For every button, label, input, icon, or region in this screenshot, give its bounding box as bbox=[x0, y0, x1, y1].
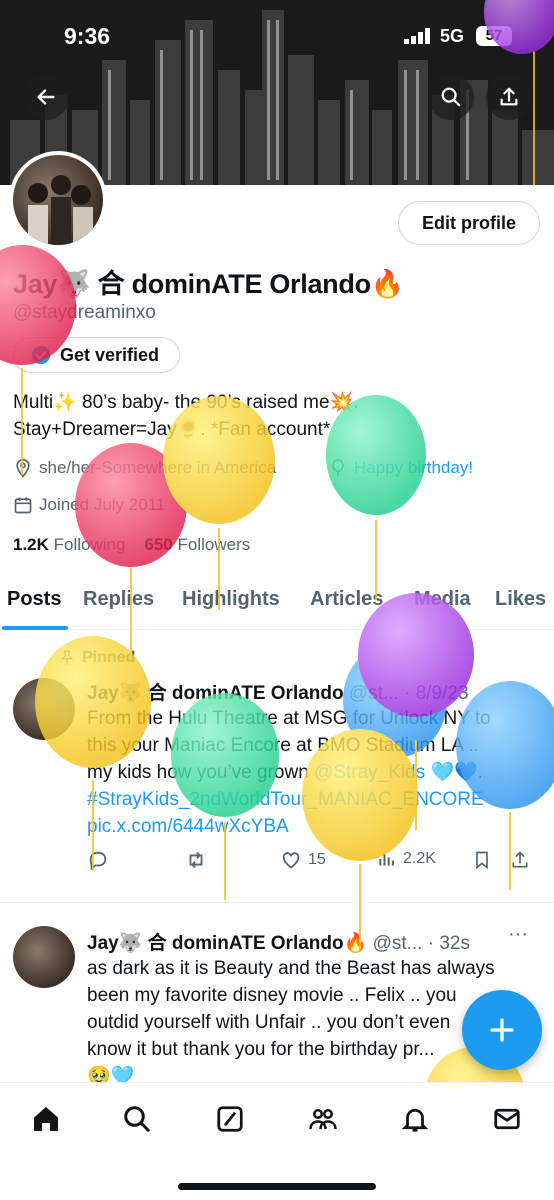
tweet-line-1: From the Hulu Theatre at MSG for Unlock … bbox=[87, 708, 491, 729]
heart-icon bbox=[282, 852, 300, 869]
nav-messages[interactable] bbox=[489, 1101, 525, 1137]
profile-location: she/her-Somewhere in America bbox=[13, 458, 276, 478]
arrow-left-icon bbox=[37, 89, 55, 105]
pic-link[interactable]: pic.x.com/6444wXcYBA bbox=[87, 813, 542, 840]
share-icon bbox=[500, 87, 518, 106]
tweet-author[interactable]: Jay🐺 合 dominATE Orlando🔥 bbox=[87, 933, 367, 954]
location-pin-icon bbox=[16, 458, 30, 478]
more-options-icon[interactable]: ··· bbox=[508, 923, 528, 946]
tab-articles[interactable]: Articles bbox=[310, 588, 383, 611]
network-type: 5G bbox=[440, 26, 465, 46]
nav-notifications[interactable] bbox=[397, 1101, 433, 1137]
followers-count: 650 bbox=[144, 535, 173, 554]
tweet-avatar[interactable] bbox=[13, 926, 75, 988]
tab-likes[interactable]: Likes bbox=[495, 588, 546, 611]
tweet-line-1: as dark as it is Beauty and the Beast ha… bbox=[87, 958, 495, 979]
search-button[interactable] bbox=[428, 74, 474, 120]
tab-replies[interactable]: Replies bbox=[83, 588, 154, 611]
bio-line-1: Multi✨ 80’s baby- the 90’s raised me💥. bbox=[13, 392, 359, 413]
status-time: 9:36 bbox=[64, 23, 111, 49]
view-count: 2.2K bbox=[403, 850, 436, 867]
share-button[interactable] bbox=[486, 74, 532, 120]
birthday-text[interactable]: Happy birthday! bbox=[354, 458, 473, 478]
tweet-author[interactable]: Jay🐺 合 dominATE Orlando bbox=[87, 683, 344, 704]
like-count: 15 bbox=[308, 851, 326, 868]
pinned-text: Pinned bbox=[82, 649, 136, 666]
profile-handle: @staydreaminxo bbox=[13, 302, 156, 323]
tweet-meta: @st... · 32s bbox=[372, 933, 470, 954]
share-icon bbox=[512, 851, 528, 868]
repost-button[interactable] bbox=[184, 849, 208, 871]
notifications-icon bbox=[401, 1108, 429, 1132]
location-text: she/her-Somewhere in America bbox=[39, 458, 277, 477]
tweet-header: Jay🐺 合 dominATE Orlando🔥 @st... · 32s bbox=[87, 928, 470, 955]
following-count: 1.2K bbox=[13, 535, 49, 554]
bio-line-2: Stay+Dreamer=Jay🌻. *Fan account* bbox=[13, 419, 331, 440]
pin-icon bbox=[60, 650, 74, 665]
nav-grok[interactable] bbox=[212, 1101, 248, 1137]
nav-communities[interactable] bbox=[305, 1101, 341, 1137]
nav-home[interactable] bbox=[28, 1101, 64, 1137]
profile-birthday[interactable]: Happy birthday! bbox=[328, 458, 473, 478]
nav-search[interactable] bbox=[119, 1101, 155, 1137]
search-icon bbox=[441, 87, 461, 107]
communities-icon bbox=[309, 1109, 337, 1130]
views-button[interactable]: 2.2K bbox=[377, 849, 436, 869]
pinned-label: Pinned bbox=[58, 649, 135, 667]
followers-label: Followers bbox=[177, 535, 251, 554]
tweet-header: Jay🐺 合 dominATE Orlando @st... · 8/9/23 bbox=[87, 678, 469, 705]
tab-highlights[interactable]: Highlights bbox=[182, 588, 280, 611]
profile-tabs: Posts Replies Highlights Articles Media … bbox=[0, 580, 554, 630]
views-icon bbox=[379, 854, 394, 866]
home-indicator bbox=[178, 1183, 376, 1190]
bookmark-icon bbox=[476, 851, 488, 870]
bookmark-button[interactable] bbox=[472, 849, 492, 871]
tab-posts[interactable]: Posts bbox=[7, 588, 61, 611]
tweet-meta: @st... · 8/9/23 bbox=[348, 683, 469, 704]
tab-media[interactable]: Media bbox=[414, 588, 471, 611]
grok-icon bbox=[217, 1106, 243, 1132]
following-link[interactable]: 1.2K Following bbox=[13, 535, 125, 554]
tweet-line-3: my kids how you’ve grown @Stray_Kids 🩵💙. bbox=[87, 759, 542, 786]
profile-joined: Joined July 2011 bbox=[13, 495, 165, 515]
get-verified-button[interactable]: Get verified bbox=[13, 337, 180, 373]
profile-name: Jay🐺 合 dominATE Orlando🔥 bbox=[13, 269, 405, 299]
tweet-line-3-text: my kids how you’ve grown bbox=[87, 762, 315, 783]
hashtag-link[interactable]: #StrayKids_2ndWorldTour_MANIAC_ENCORE bbox=[87, 786, 542, 813]
joined-text: Joined July 2011 bbox=[39, 495, 166, 514]
compose-post-button[interactable] bbox=[462, 990, 542, 1070]
balloon-icon bbox=[332, 458, 344, 477]
tweet-text: From the Hulu Theatre at MSG for Unlock … bbox=[87, 705, 542, 840]
mention-link[interactable]: @Stray_Kids bbox=[314, 762, 425, 783]
tweet-actions: 15 2.2K bbox=[87, 849, 530, 879]
followers-link[interactable]: 650 Followers bbox=[144, 535, 250, 554]
tweet-line-3-end: 🩵💙. bbox=[425, 762, 484, 783]
home-icon bbox=[34, 1107, 58, 1131]
back-button[interactable] bbox=[23, 74, 69, 120]
avatar-photo bbox=[28, 175, 93, 245]
calendar-icon bbox=[14, 497, 32, 514]
repost-icon bbox=[189, 852, 203, 868]
search-icon bbox=[124, 1106, 150, 1132]
follow-stats: 1.2K Following 650 Followers bbox=[13, 535, 250, 555]
get-verified-label: Get verified bbox=[60, 344, 160, 365]
reply-button[interactable] bbox=[87, 849, 109, 871]
tweet-pinned[interactable]: Pinned Jay🐺 合 dominATE Orlando @st... · … bbox=[0, 630, 554, 902]
edit-profile-button[interactable]: Edit profile bbox=[398, 201, 540, 245]
messages-icon bbox=[494, 1108, 520, 1130]
profile-bio: Multi✨ 80’s baby- the 90’s raised me💥. S… bbox=[13, 389, 533, 443]
verified-badge-icon bbox=[31, 345, 51, 365]
status-bar: 9:36 5G 57 bbox=[0, 20, 554, 54]
battery-level: 57 bbox=[476, 26, 512, 46]
tweet-line-2: this your Maniac Encore at BMO Stadium L… bbox=[87, 735, 479, 756]
share-tweet-button[interactable] bbox=[510, 849, 530, 871]
bottom-navigation bbox=[0, 1082, 554, 1200]
profile-avatar[interactable] bbox=[9, 151, 107, 249]
signal-icon bbox=[404, 28, 430, 44]
like-button[interactable]: 15 bbox=[280, 849, 326, 871]
following-label: Following bbox=[53, 535, 126, 554]
reply-icon bbox=[89, 851, 107, 871]
tweet-avatar[interactable] bbox=[13, 678, 75, 740]
plus-icon bbox=[490, 1018, 514, 1042]
